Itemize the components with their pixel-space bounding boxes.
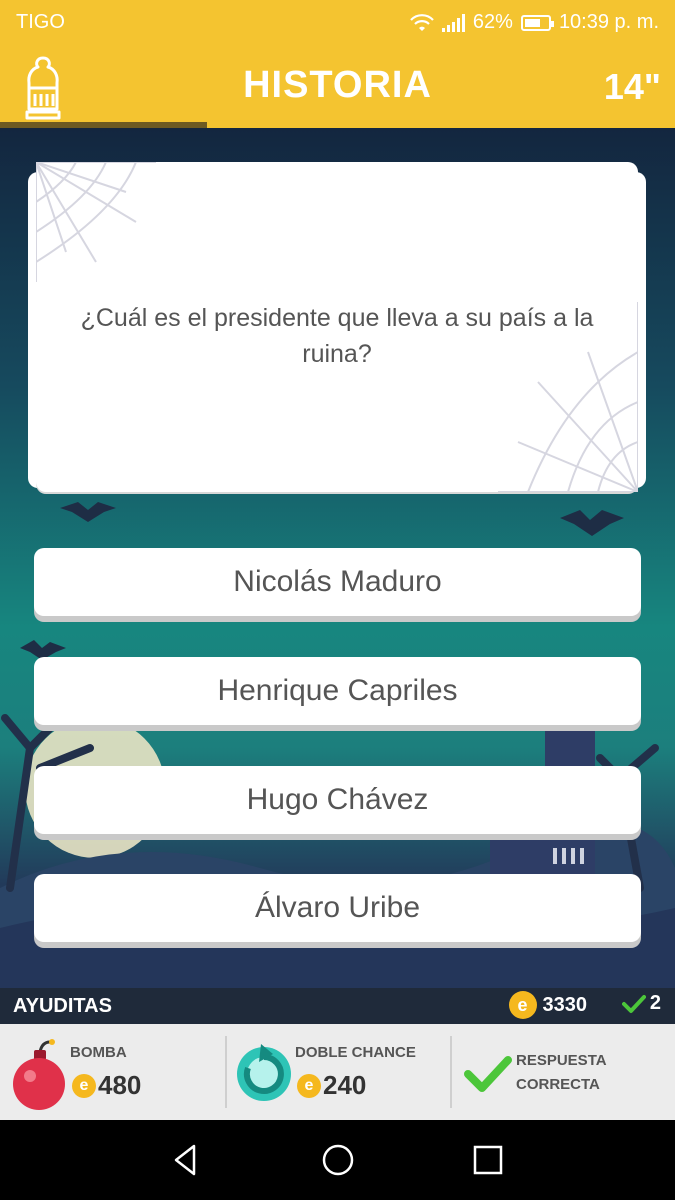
answer-option-2[interactable]: Henrique Capriles bbox=[34, 657, 641, 725]
double-chance-icon bbox=[237, 1044, 291, 1101]
correct-answer-label-line1: RESPUESTA bbox=[516, 1052, 607, 1069]
answer-option-1[interactable]: Nicolás Maduro bbox=[34, 548, 641, 616]
question-scene: ¿Cuál es el presidente que lleva a su pa… bbox=[0, 128, 675, 988]
coin-count: 3330 bbox=[542, 993, 588, 1016]
double-chance-helper-price: e 240 bbox=[297, 1070, 366, 1101]
wifi-icon bbox=[410, 13, 434, 31]
double-chance-helper-button[interactable]: DOBLE CHANCE e 240 bbox=[227, 1024, 449, 1120]
bomb-helper-label: BOMBA bbox=[70, 1044, 127, 1061]
coin-icon: e bbox=[72, 1073, 96, 1098]
coin-balance: e 3330 bbox=[508, 991, 588, 1019]
helpers-tray: BOMBA e 480 DOBLE CHANCE e 240 RESPUESTA… bbox=[0, 1024, 675, 1120]
question-card: ¿Cuál es el presidente que lleva a su pa… bbox=[36, 162, 638, 492]
checkmark-icon bbox=[621, 994, 646, 1013]
helpers-bar: AYUDITAS e 3330 2 bbox=[0, 988, 675, 1024]
correct-answer-label-line2: CORRECTA bbox=[516, 1076, 600, 1093]
battery-icon bbox=[520, 14, 554, 31]
spiderweb-decoration bbox=[36, 162, 156, 282]
answer-option-3[interactable]: Hugo Chávez bbox=[34, 766, 641, 834]
home-icon[interactable] bbox=[320, 1142, 356, 1178]
double-chance-price-value: 240 bbox=[323, 1070, 367, 1100]
status-icons: 62% 10:39 p. m. bbox=[410, 11, 659, 34]
bomb-helper-price: e 480 bbox=[72, 1070, 141, 1101]
bomb-price-value: 480 bbox=[98, 1070, 142, 1100]
android-nav-bar bbox=[0, 1120, 675, 1200]
helpers-label: AYUDITAS bbox=[13, 995, 112, 1017]
recents-icon[interactable] bbox=[470, 1142, 506, 1178]
bomb-helper-button[interactable]: BOMBA e 480 bbox=[0, 1024, 224, 1120]
back-icon[interactable] bbox=[168, 1142, 204, 1178]
battery-percent: 62% bbox=[472, 11, 513, 33]
checkmark-icon bbox=[464, 1056, 512, 1092]
category-title: HISTORIA bbox=[243, 64, 432, 106]
correct-answer-helper-button[interactable]: RESPUESTA CORRECTA bbox=[452, 1024, 675, 1120]
double-chance-helper-label: DOBLE CHANCE bbox=[295, 1044, 416, 1061]
carrier-label: TIGO bbox=[16, 11, 65, 33]
clock: 10:39 p. m. bbox=[558, 11, 659, 33]
correct-count: 2 bbox=[649, 992, 661, 1014]
signal-icon bbox=[441, 13, 465, 32]
question-text: ¿Cuál es el presidente que lleva a su pa… bbox=[80, 304, 594, 368]
status-bar: TIGO 62% 10:39 p. m. bbox=[0, 0, 675, 46]
game-header: HISTORIA 14" bbox=[0, 46, 675, 128]
bomb-icon bbox=[13, 1039, 65, 1110]
countdown-timer: 14" bbox=[603, 66, 661, 107]
answer-option-4[interactable]: Álvaro Uribe bbox=[34, 874, 641, 942]
coin-icon: e bbox=[297, 1073, 321, 1098]
correct-answers-counter: 2 bbox=[621, 992, 661, 1015]
coin-icon: e bbox=[508, 991, 537, 1019]
